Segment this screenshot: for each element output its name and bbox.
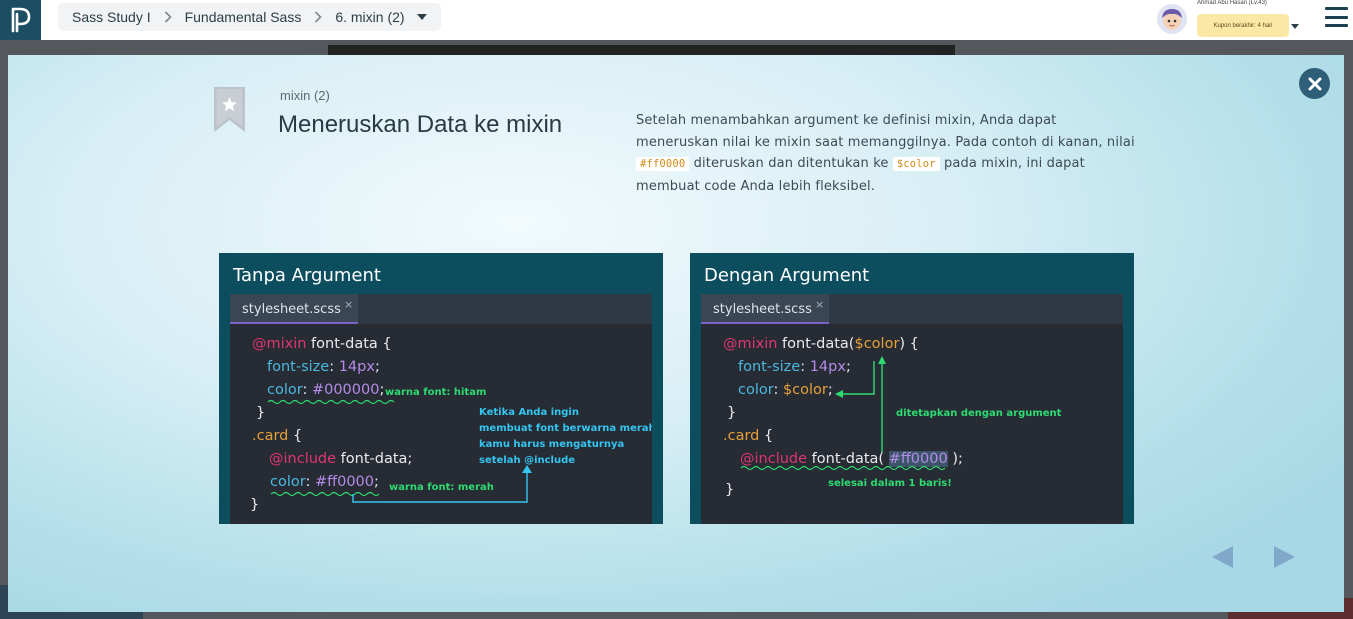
next-arrow-icon[interactable] xyxy=(1272,545,1296,573)
inline-code: #ff0000 xyxy=(636,157,690,171)
breadcrumb-item-lesson[interactable]: 6. mixin (2) xyxy=(335,9,404,25)
lesson-title: Meneruskan Data ke mixin xyxy=(278,111,563,138)
hamburger-menu-icon[interactable] xyxy=(1325,7,1348,27)
chevron-right-icon xyxy=(164,11,172,23)
description-text: Setelah menambahkan argument ke definisi… xyxy=(636,113,1135,150)
breadcrumb-item-course[interactable]: Sass Study I xyxy=(72,9,151,25)
progate-logo-icon[interactable] xyxy=(0,0,41,40)
slide-without-argument: Tanpa Argument stylesheet.scss × @mixin … xyxy=(219,253,663,524)
code-editor: stylesheet.scss × @mixin font-data { fon… xyxy=(230,294,652,524)
avatar[interactable] xyxy=(1157,4,1187,34)
breadcrumb: Sass Study I Fundamental Sass 6. mixin (… xyxy=(58,3,441,31)
lesson-description: Setelah menambahkan argument ke definisi… xyxy=(636,110,1136,197)
coupon-badge: Kupon berakhir: 4 hari xyxy=(1197,14,1289,37)
chevron-right-icon xyxy=(314,11,322,23)
user-menu[interactable]: Ahmad Abu Hasan (Lv.43) Kupon berakhir: … xyxy=(1155,0,1305,40)
code-editor: stylesheet.scss × @mixin font-data($colo… xyxy=(701,294,1123,524)
close-icon[interactable] xyxy=(1299,68,1330,99)
top-bar: Sass Study I Fundamental Sass 6. mixin (… xyxy=(0,0,1353,40)
slide-title: Tanpa Argument xyxy=(233,265,381,286)
chevron-down-icon[interactable] xyxy=(416,14,427,20)
description-text: diteruskan dan ditentukan ke xyxy=(689,156,893,171)
slide-title: Dengan Argument xyxy=(704,265,870,286)
chevron-down-icon[interactable] xyxy=(1291,14,1299,33)
slide-modal: mixin (2) Meneruskan Data ke mixin Setel… xyxy=(8,55,1344,612)
slide-with-argument: Dengan Argument stylesheet.scss × @mixin… xyxy=(690,253,1134,524)
bookmark-star-icon[interactable] xyxy=(213,87,246,133)
prev-arrow-icon[interactable] xyxy=(1211,545,1235,573)
breadcrumb-item-chapter[interactable]: Fundamental Sass xyxy=(185,9,302,25)
annotation-marks xyxy=(267,399,532,503)
user-name: Ahmad Abu Hasan (Lv.43) xyxy=(1197,0,1267,6)
lesson-subtitle: mixin (2) xyxy=(280,88,330,103)
annotation-marks xyxy=(740,356,946,471)
inline-code: $color xyxy=(892,157,940,171)
